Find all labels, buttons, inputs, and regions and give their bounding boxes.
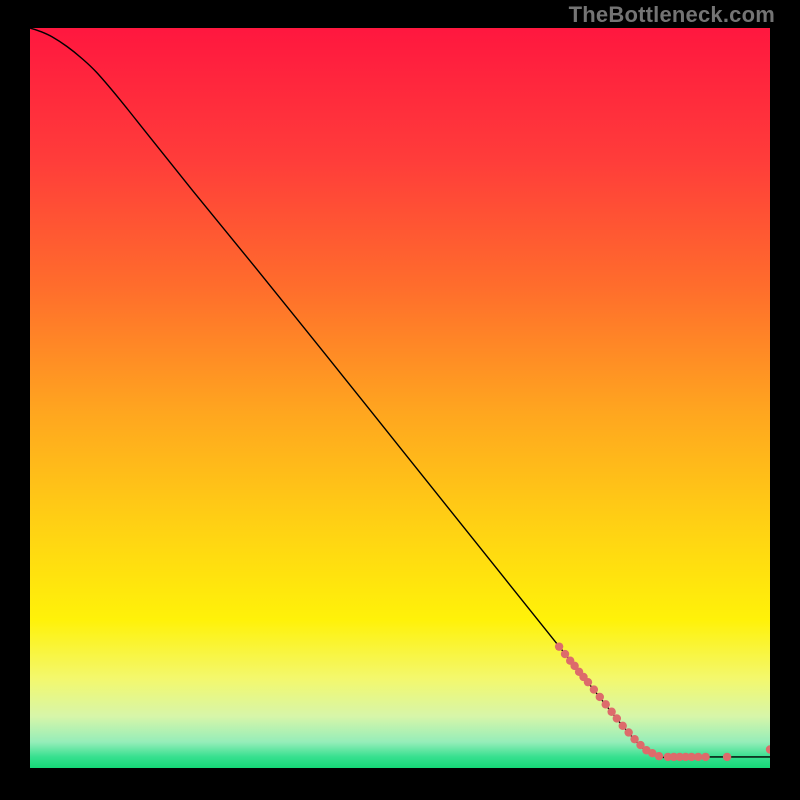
attribution-watermark: TheBottleneck.com xyxy=(569,2,775,28)
chart-stage: TheBottleneck.com xyxy=(0,0,800,800)
plot-area xyxy=(30,28,770,768)
background-gradient xyxy=(30,28,770,768)
